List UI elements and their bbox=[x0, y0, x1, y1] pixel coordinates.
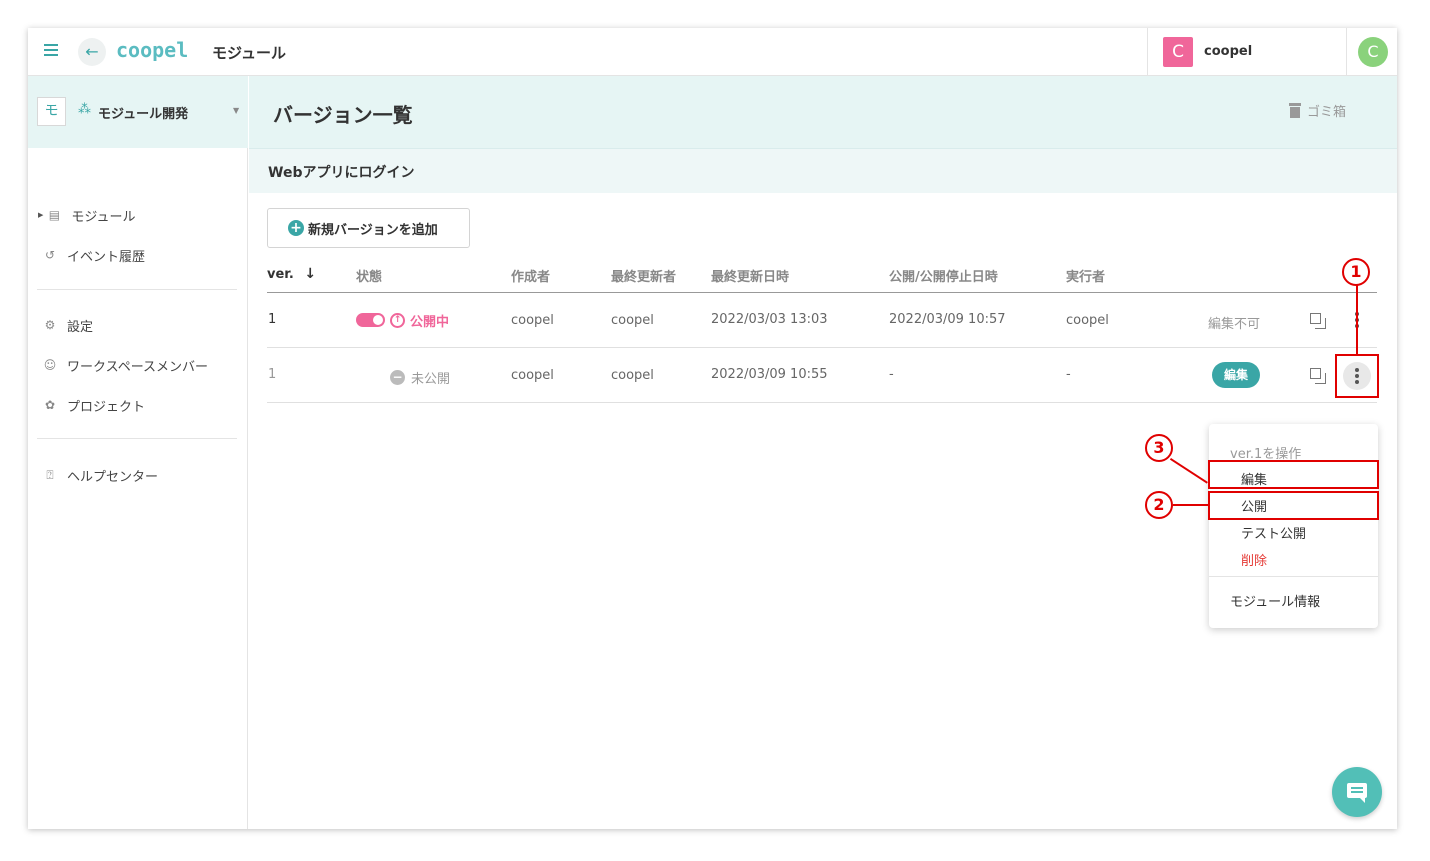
sidebar-item-label: イベント履歴 bbox=[67, 249, 146, 265]
cell-author: coopel bbox=[511, 368, 554, 383]
column-header-updater: 最終更新者 bbox=[611, 270, 677, 285]
column-header-updated-at: 最終更新日時 bbox=[711, 270, 790, 285]
chevron-right-icon: ▶ bbox=[38, 211, 44, 219]
sidebar-divider bbox=[37, 438, 237, 439]
copy-icon[interactable] bbox=[1310, 368, 1326, 384]
version-action-menu: ver.1を操作 編集 公開 テスト公開 削除 モジュール情報 bbox=[1209, 424, 1378, 628]
sidebar: モ ⁂ モジュール開発 ▼ ▶ ▤ モジュール ↺ イベント履歴 ⚙ 設定 ☺ … bbox=[28, 76, 248, 829]
trash-label: ゴミ箱 bbox=[1307, 105, 1347, 120]
workspace-avatar: C bbox=[1163, 37, 1193, 67]
cell-ver: 1 bbox=[268, 312, 277, 327]
not-editable-label: 編集不可 bbox=[1208, 317, 1261, 332]
row-divider bbox=[267, 347, 1377, 348]
cell-published-at: - bbox=[889, 367, 894, 382]
workspace-name: coopel bbox=[1204, 44, 1253, 59]
cell-author: coopel bbox=[511, 313, 554, 328]
status-badge: − 未公開 bbox=[390, 368, 450, 387]
cell-updated-at: 2022/03/03 13:03 bbox=[711, 312, 828, 327]
workspace-switcher[interactable]: C coopel bbox=[1147, 28, 1347, 76]
table-header-divider bbox=[267, 292, 1377, 293]
column-header-author: 作成者 bbox=[511, 270, 551, 285]
sidebar-item-settings[interactable]: ⚙ 設定 bbox=[42, 315, 93, 335]
app-window: ← coopel モジュール C coopel C モ ⁂ モジュール開発 ▼ … bbox=[28, 28, 1397, 829]
status-label: 未公開 bbox=[411, 372, 451, 387]
sort-arrow-down-icon: ↓ bbox=[304, 266, 317, 282]
edit-button[interactable]: 編集 bbox=[1212, 362, 1260, 388]
module-icon: ▤ bbox=[48, 208, 61, 222]
project-badge: モ bbox=[37, 97, 66, 126]
annotation-leader bbox=[1356, 285, 1358, 354]
trash-icon bbox=[1289, 103, 1301, 118]
back-arrow-icon[interactable]: ← bbox=[78, 38, 106, 66]
column-header-status: 状態 bbox=[356, 270, 383, 285]
sidebar-divider bbox=[37, 289, 237, 290]
module-name: Webアプリにログイン bbox=[268, 165, 415, 181]
chat-button[interactable] bbox=[1332, 767, 1382, 817]
trash-button[interactable]: ゴミ箱 bbox=[1289, 101, 1346, 120]
menu-icon[interactable] bbox=[44, 44, 58, 56]
members-icon: ☺ bbox=[43, 358, 57, 372]
project-selector[interactable]: モ ⁂ モジュール開発 ▼ bbox=[28, 76, 248, 148]
annotation-number-3: 3 bbox=[1145, 434, 1173, 462]
column-header-published-at: 公開/公開停止日時 bbox=[889, 270, 998, 285]
minus-circle-icon: − bbox=[390, 370, 405, 385]
annotation-leader bbox=[1173, 504, 1209, 506]
project-cluster-icon: ⁂ bbox=[78, 102, 91, 117]
annotation-highlight-publish bbox=[1208, 460, 1379, 489]
history-icon: ↺ bbox=[44, 248, 56, 262]
sidebar-item-label: ヘルプセンター bbox=[67, 469, 159, 485]
sidebar-item-label: プロジェクト bbox=[67, 399, 146, 415]
sidebar-item-event-history[interactable]: ↺ イベント履歴 bbox=[42, 245, 145, 265]
cell-ver: 1 bbox=[268, 367, 277, 382]
help-icon: ⍰ bbox=[46, 467, 54, 482]
publish-toggle[interactable] bbox=[356, 313, 385, 327]
add-version-button[interactable]: + 新規バージョンを追加 bbox=[267, 208, 470, 248]
annotation-number-1: 1 bbox=[1342, 258, 1370, 286]
app-title: モジュール bbox=[212, 44, 286, 62]
annotation-highlight-test-publish bbox=[1208, 491, 1379, 520]
plus-icon: + bbox=[288, 220, 304, 236]
cell-executor: - bbox=[1066, 367, 1071, 382]
app-logo[interactable]: coopel bbox=[116, 38, 188, 62]
main-content: バージョン一覧 ゴミ箱 Webアプリにログイン + 新規バージョンを追加 ver… bbox=[249, 76, 1397, 829]
user-avatar[interactable]: C bbox=[1358, 37, 1388, 67]
cell-executor: coopel bbox=[1066, 313, 1109, 328]
project-icon: ✿ bbox=[44, 398, 56, 412]
menu-item-test-publish[interactable]: テスト公開 bbox=[1241, 523, 1306, 542]
menu-item-delete[interactable]: 削除 bbox=[1241, 550, 1267, 569]
sidebar-item-project[interactable]: ✿ プロジェクト bbox=[42, 395, 145, 415]
sidebar-item-label: ワークスペースメンバー bbox=[67, 359, 209, 375]
cell-updater: coopel bbox=[611, 313, 654, 328]
gear-icon: ⚙ bbox=[44, 318, 56, 332]
column-header-ver[interactable]: ver. ↓ bbox=[267, 266, 316, 282]
copy-icon[interactable] bbox=[1310, 313, 1326, 329]
module-header: Webアプリにログイン bbox=[249, 148, 1397, 193]
sidebar-item-help[interactable]: ⍰ ヘルプセンター bbox=[42, 465, 158, 485]
page-header: バージョン一覧 ゴミ箱 bbox=[249, 76, 1397, 148]
upload-icon: ↑ bbox=[390, 313, 405, 328]
add-version-label: 新規バージョンを追加 bbox=[308, 222, 438, 238]
sidebar-item-members[interactable]: ☺ ワークスペースメンバー bbox=[42, 355, 208, 375]
column-header-label: ver. bbox=[267, 267, 294, 282]
chat-icon bbox=[1347, 783, 1367, 803]
caret-down-icon: ▼ bbox=[233, 106, 240, 115]
cell-updater: coopel bbox=[611, 368, 654, 383]
sidebar-item-module[interactable]: ▶ ▤ モジュール bbox=[38, 205, 135, 225]
sidebar-item-label: モジュール bbox=[71, 209, 136, 225]
sidebar-item-label: 設定 bbox=[67, 319, 94, 335]
column-header-executor: 実行者 bbox=[1066, 270, 1106, 285]
annotation-number-2: 2 bbox=[1145, 491, 1173, 519]
project-name: モジュール開発 bbox=[98, 107, 189, 122]
cell-updated-at: 2022/03/09 10:55 bbox=[711, 367, 828, 382]
top-bar: ← coopel モジュール C coopel C bbox=[28, 28, 1397, 76]
menu-item-module-info[interactable]: モジュール情報 bbox=[1230, 591, 1320, 610]
row-divider bbox=[267, 402, 1377, 403]
menu-divider bbox=[1209, 576, 1378, 577]
status-badge: ↑ 公開中 bbox=[390, 311, 449, 330]
cell-published-at: 2022/03/09 10:57 bbox=[889, 312, 1006, 327]
annotation-highlight-kebab bbox=[1335, 354, 1379, 398]
page-title: バージョン一覧 bbox=[273, 103, 413, 127]
status-label: 公開中 bbox=[410, 315, 450, 330]
